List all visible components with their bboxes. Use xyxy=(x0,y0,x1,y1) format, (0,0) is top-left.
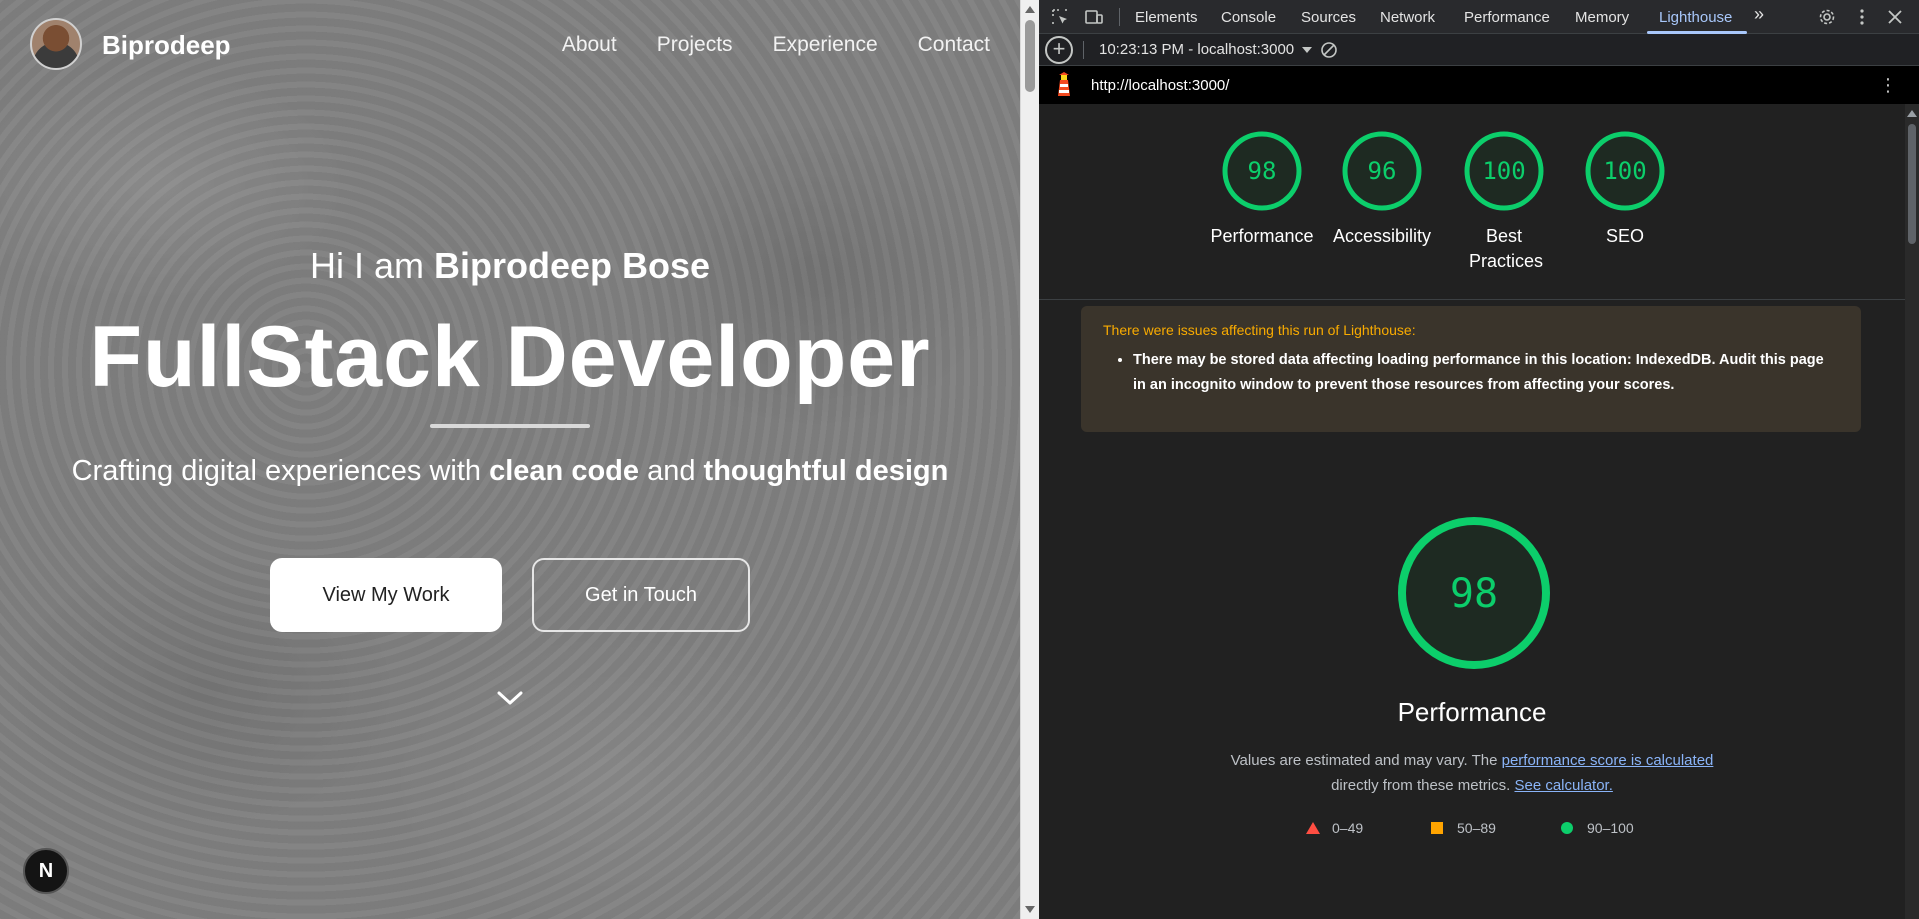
website-scrollbar[interactable] xyxy=(1020,0,1039,919)
report-run-select[interactable]: 10:23:13 PM - localhost:3000 xyxy=(1099,41,1313,58)
close-icon[interactable] xyxy=(1886,8,1904,26)
tab-console[interactable]: Console xyxy=(1221,9,1276,26)
lighthouse-report: 98 Performance 96 Accessibility 100 Best… xyxy=(1039,104,1905,919)
hero-sub-bold-1: clean code xyxy=(489,455,640,487)
gauge-score: 100 xyxy=(1603,157,1646,185)
gauge-ring: 96 xyxy=(1342,131,1422,211)
devtools-tabbar: Elements Console Sources Network Perform… xyxy=(1039,0,1919,34)
legend-pass-label: 90–100 xyxy=(1587,820,1634,836)
gauge-score: 100 xyxy=(1482,157,1525,185)
tab-sources[interactable]: Sources xyxy=(1301,9,1356,26)
tab-elements[interactable]: Elements xyxy=(1135,9,1198,26)
gauge-performance[interactable]: 98 Performance xyxy=(1202,130,1322,249)
device-toolbar-icon[interactable] xyxy=(1085,8,1103,26)
legend-average: 50–89 xyxy=(1431,820,1496,836)
gauge-ring: 98 xyxy=(1222,131,1302,211)
tab-memory[interactable]: Memory xyxy=(1575,9,1629,26)
tab-divider xyxy=(1119,8,1120,26)
perf-desc-pre: Values are estimated and may vary. The xyxy=(1230,752,1498,769)
performance-big-gauge[interactable]: 98 xyxy=(1394,513,1554,673)
gauge-accessibility[interactable]: 96 Accessibility xyxy=(1322,130,1442,249)
hero-title: FullStack Developer xyxy=(89,309,931,405)
hero-sub-pre: Crafting digital experiences with xyxy=(71,455,482,487)
website-viewport: Biprodeep About Projects Experience Cont… xyxy=(0,0,1020,919)
see-calculator-link[interactable]: See calculator. xyxy=(1514,777,1612,794)
warning-item: There may be stored data affecting loadi… xyxy=(1133,348,1839,398)
report-scrollbar[interactable] xyxy=(1905,104,1919,919)
new-report-button[interactable]: + xyxy=(1045,36,1073,64)
legend-fail: 0–49 xyxy=(1306,820,1363,836)
report-menu-icon[interactable]: ⋮ xyxy=(1879,75,1897,96)
report-url-bar: http://localhost:3000/ ⋮ xyxy=(1039,66,1919,104)
hero-subtitle: Crafting digital experiences with clean … xyxy=(0,455,1020,488)
scrollbar-thumb[interactable] xyxy=(1908,124,1916,244)
gauge-best-practices[interactable]: 100 Best Practices xyxy=(1444,130,1564,274)
gauge-label: SEO xyxy=(1605,226,1644,246)
perf-desc-mid: directly from these metrics. xyxy=(1331,777,1511,794)
tab-lighthouse[interactable]: Lighthouse xyxy=(1659,9,1732,26)
performance-score: 98 xyxy=(1450,571,1498,617)
inspect-element-icon[interactable] xyxy=(1051,8,1069,26)
get-in-touch-button[interactable]: Get in Touch xyxy=(532,558,750,632)
hero-divider xyxy=(430,424,590,428)
gauge-ring: 100 xyxy=(1585,131,1665,211)
hero-sub-bold-2: thoughtful design xyxy=(703,455,949,487)
scroll-up-arrow-icon[interactable] xyxy=(1025,6,1035,13)
hero-greeting-text: Hi I am xyxy=(309,245,424,286)
nextjs-dev-badge[interactable]: N xyxy=(23,848,69,894)
report-run-label: 10:23:13 PM - localhost:3000 xyxy=(1099,41,1295,58)
gauge-ring: 100 xyxy=(1464,131,1544,211)
nav-link-about[interactable]: About xyxy=(562,33,617,57)
lighthouse-logo-icon xyxy=(1058,72,1070,96)
performance-title: Performance xyxy=(1397,697,1547,727)
gauge-score: 96 xyxy=(1368,157,1397,185)
gauge-score: 98 xyxy=(1248,157,1277,185)
chevron-down-icon xyxy=(1302,47,1313,54)
performance-score-link[interactable]: performance score is calculated xyxy=(1502,752,1714,769)
gauge-label: Performance xyxy=(1210,226,1314,246)
score-gauges: 98 Performance 96 Accessibility 100 Best… xyxy=(1039,104,1905,300)
scroll-down-arrow-icon[interactable] xyxy=(1025,906,1035,913)
devtools-panel: Elements Console Sources Network Perform… xyxy=(1039,0,1919,919)
avatar[interactable] xyxy=(30,18,82,70)
gauge-label: Accessibility xyxy=(1332,226,1432,246)
nav-links: About Projects Experience Contact xyxy=(522,33,990,57)
more-tabs-icon[interactable]: » xyxy=(1754,4,1764,25)
triangle-icon xyxy=(1306,822,1320,834)
settings-gear-icon[interactable] xyxy=(1818,8,1836,26)
circle-icon xyxy=(1561,822,1573,834)
kebab-menu-icon[interactable] xyxy=(1853,8,1871,26)
toolbar-divider xyxy=(1083,41,1084,59)
chevron-down-icon[interactable] xyxy=(496,688,524,708)
tab-network[interactable]: Network xyxy=(1380,9,1435,26)
lighthouse-warning-box: There were issues affecting this run of … xyxy=(1081,306,1861,432)
performance-description: Values are estimated and may vary. The p… xyxy=(1039,748,1905,798)
warning-title: There were issues affecting this run of … xyxy=(1103,322,1416,338)
warning-list: There may be stored data affecting loadi… xyxy=(1103,348,1839,398)
clear-reports-icon[interactable] xyxy=(1320,41,1338,59)
nav-link-contact[interactable]: Contact xyxy=(918,33,990,57)
scrollbar-thumb[interactable] xyxy=(1025,20,1035,92)
hero-sub-mid: and xyxy=(647,455,696,487)
nav-link-experience[interactable]: Experience xyxy=(773,33,878,57)
report-url: http://localhost:3000/ xyxy=(1091,77,1230,94)
legend-pass: 90–100 xyxy=(1561,820,1634,836)
hero-name: Biprodeep Bose xyxy=(433,245,711,286)
site-navbar: Biprodeep About Projects Experience Cont… xyxy=(0,0,1020,90)
tab-performance[interactable]: Performance xyxy=(1464,9,1550,26)
brand-name[interactable]: Biprodeep xyxy=(102,30,231,61)
legend-average-label: 50–89 xyxy=(1457,820,1496,836)
hero-greeting: Hi I am Biprodeep Bose xyxy=(0,245,1020,287)
square-icon xyxy=(1431,822,1443,834)
scroll-up-arrow-icon[interactable] xyxy=(1907,110,1917,117)
gauge-seo[interactable]: 100 SEO xyxy=(1565,130,1685,249)
gauge-label: Best Practices xyxy=(1469,226,1544,271)
view-my-work-button[interactable]: View My Work xyxy=(270,558,502,632)
lighthouse-toolbar: + 10:23:13 PM - localhost:3000 xyxy=(1039,34,1919,66)
nav-link-projects[interactable]: Projects xyxy=(657,33,733,57)
legend-fail-label: 0–49 xyxy=(1332,820,1364,836)
